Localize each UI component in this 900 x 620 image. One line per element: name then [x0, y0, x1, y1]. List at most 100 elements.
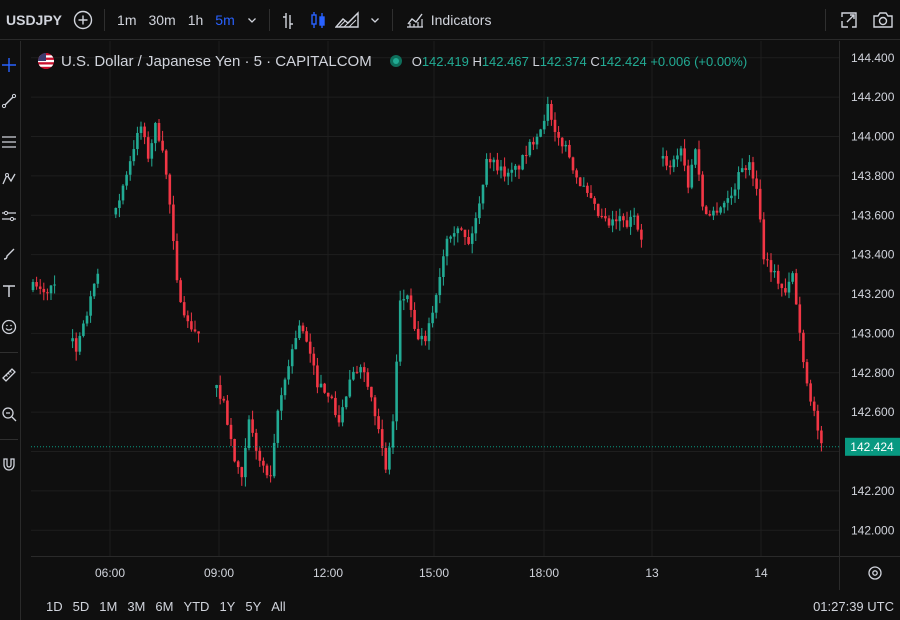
candle-body	[780, 283, 784, 289]
indicators-button[interactable]: Indicators	[399, 0, 498, 40]
candle-body	[395, 361, 398, 422]
interval-1m-button[interactable]: 1m	[111, 0, 142, 40]
low-label: L	[532, 53, 540, 69]
candle-body	[474, 218, 478, 234]
candle-body	[186, 315, 190, 322]
candle-body	[247, 419, 251, 448]
price-tick-label: 143.600	[851, 208, 895, 222]
candle-body	[665, 156, 668, 166]
candle-body	[114, 207, 118, 215]
candle-body	[719, 207, 722, 213]
screenshot-button[interactable]	[866, 0, 900, 40]
crosshair-tool[interactable]	[0, 56, 18, 74]
candle-body	[769, 260, 773, 273]
area-chart-button[interactable]	[332, 0, 364, 40]
range-5d-button[interactable]: 5D	[68, 599, 95, 614]
candle-body	[298, 325, 301, 339]
candle-body	[434, 295, 438, 313]
smiley-icon	[1, 319, 17, 335]
range-all-button[interactable]: All	[266, 599, 290, 614]
interval-dropdown-button[interactable]	[241, 0, 263, 40]
interval-1h-button[interactable]: 1h	[182, 0, 210, 40]
drawing-toolbar	[0, 41, 21, 620]
chart-type-dropdown-button[interactable]	[364, 0, 386, 40]
candles-button[interactable]	[304, 0, 332, 40]
brush-tool[interactable]	[0, 245, 18, 263]
emoji-tool[interactable]	[0, 318, 18, 336]
trendline-tool[interactable]	[0, 92, 18, 110]
market-status-icon[interactable]	[389, 55, 402, 67]
candle-body	[676, 155, 679, 160]
symbol-search-button[interactable]: USDJPY	[0, 0, 68, 40]
candle-body	[766, 259, 769, 261]
toolbar-divider	[104, 8, 106, 31]
range-1d-button[interactable]: 1D	[41, 599, 68, 614]
candle-body	[733, 189, 737, 196]
candle-body	[226, 400, 229, 425]
time-tick-label: 18:00	[529, 566, 559, 580]
range-3m-button[interactable]: 3M	[122, 599, 150, 614]
candle-body	[593, 198, 596, 204]
fib-tool[interactable]	[0, 133, 18, 151]
measure-tool[interactable]	[0, 366, 18, 384]
toolbar-divider	[268, 8, 270, 31]
candle-body	[409, 295, 413, 310]
zoom-tool[interactable]	[0, 405, 18, 423]
candle-body	[143, 126, 146, 138]
candle-body	[46, 292, 49, 294]
symbol-title[interactable]: U.S. Dollar / Japanese Yen · 5 · CAPITAL…	[61, 53, 372, 70]
candle-body	[92, 283, 96, 297]
range-1y-button[interactable]: 1Y	[214, 599, 240, 614]
bar-chart-button[interactable]	[276, 0, 304, 40]
candle-body	[294, 338, 298, 350]
range-1m-button[interactable]: 1M	[94, 599, 122, 614]
candle-body	[222, 398, 226, 401]
candle-body	[683, 148, 686, 166]
candle-body	[478, 203, 481, 219]
candle-body	[794, 273, 798, 305]
candle-body	[640, 229, 643, 240]
candle-body	[460, 228, 463, 230]
utc-clock[interactable]: 01:27:39 UTC	[813, 599, 894, 614]
candle-body	[510, 169, 514, 173]
candle-body	[341, 407, 344, 423]
bottom-toolbar: 1D 5D 1M 3M 6M YTD 1Y 5Y All 01:27:39 UT…	[31, 592, 900, 620]
candle-body	[618, 216, 622, 222]
interval-30m-button[interactable]: 30m	[142, 0, 181, 40]
candle-body	[398, 300, 402, 362]
settings-icon[interactable]	[868, 566, 882, 580]
candle-body	[53, 284, 56, 286]
candle-body	[287, 366, 290, 380]
candle-body	[571, 157, 575, 171]
candle-body	[31, 282, 35, 291]
candle-body	[172, 204, 175, 242]
close-value: 142.424	[599, 53, 647, 69]
interval-5m-button[interactable]: 5m	[209, 0, 240, 40]
top-toolbar: USDJPY 1m 30m 1h 5m Indicators	[0, 0, 900, 40]
ruler-icon	[2, 368, 16, 382]
candle-body	[312, 353, 316, 366]
range-6m-button[interactable]: 6M	[150, 599, 178, 614]
candle-body	[438, 276, 442, 296]
candle-body	[323, 383, 326, 393]
magnet-tool[interactable]	[0, 455, 18, 473]
fullscreen-button[interactable]	[832, 0, 866, 40]
prediction-tool[interactable]	[0, 207, 18, 225]
candle-body	[726, 198, 730, 203]
candle-body	[359, 367, 362, 373]
range-5y-button[interactable]: 5Y	[240, 599, 266, 614]
text-tool[interactable]	[0, 282, 18, 300]
candle-body	[791, 273, 794, 282]
candle-body	[150, 143, 154, 159]
pattern-tool[interactable]	[0, 170, 18, 188]
price-chart[interactable]: 144.400 144.200 144.000 143.800 143.600 143.4…	[31, 41, 900, 590]
candle-body	[686, 165, 690, 188]
candle-body	[262, 460, 265, 466]
range-ytd-button[interactable]: YTD	[178, 599, 214, 614]
indicators-label: Indicators	[430, 11, 492, 28]
high-value: 142.467	[481, 53, 529, 69]
candle-body	[416, 328, 420, 340]
price-tick-label: 142.000	[851, 523, 895, 537]
compare-button[interactable]	[68, 0, 98, 40]
candle-body	[373, 397, 377, 417]
